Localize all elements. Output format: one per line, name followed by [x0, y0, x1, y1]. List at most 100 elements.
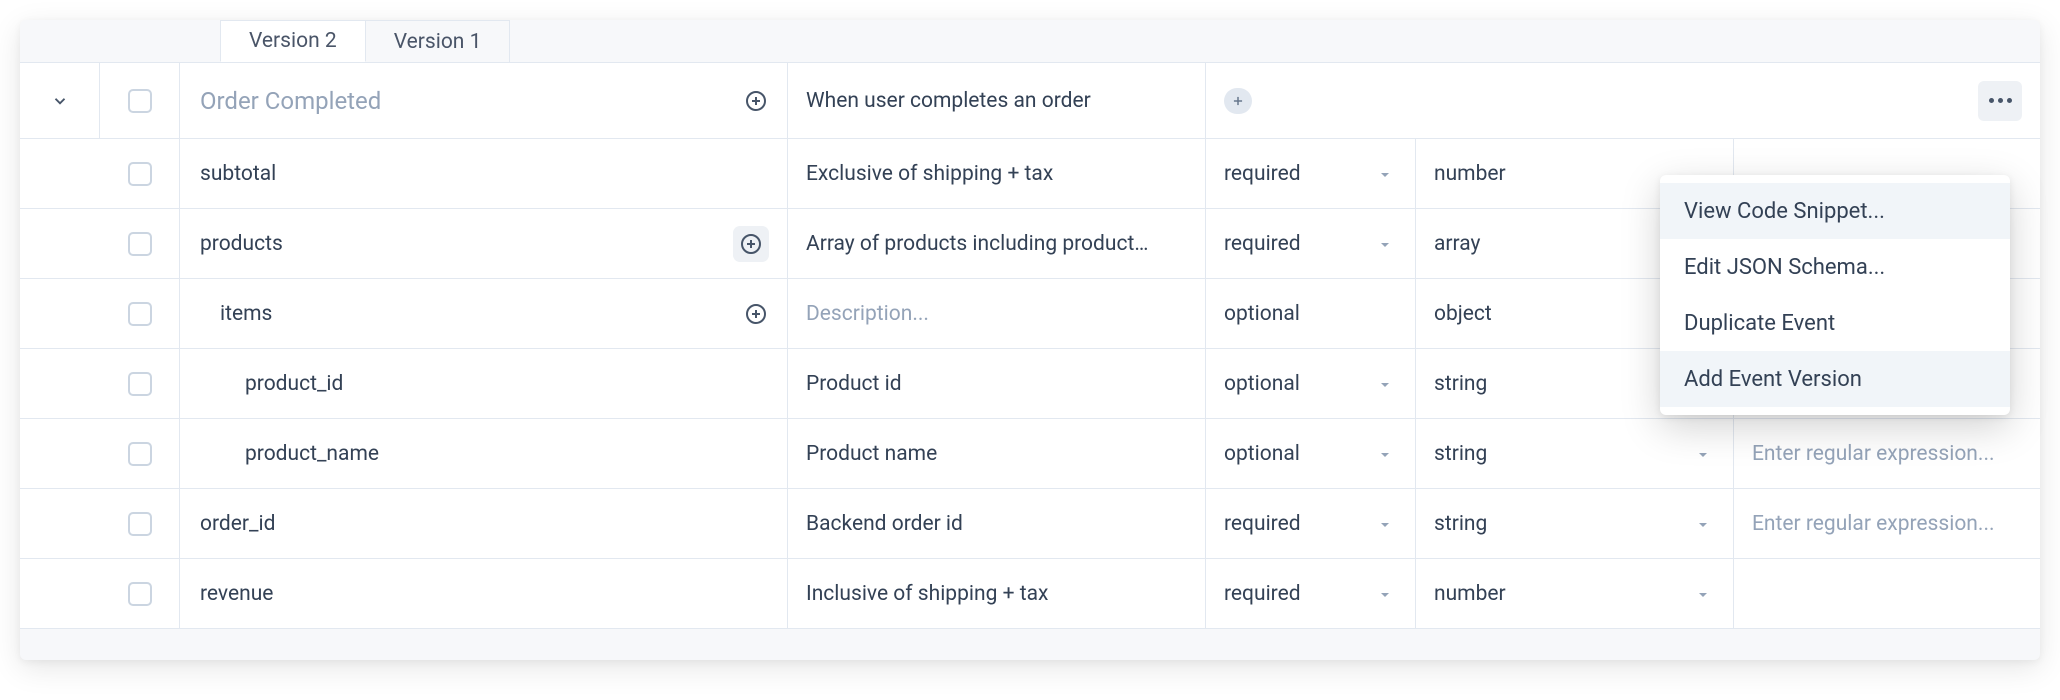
property-name: revenue [200, 582, 273, 606]
row-checkbox[interactable] [128, 89, 152, 113]
row-checkbox[interactable] [128, 582, 152, 606]
checkbox-cell [100, 209, 180, 278]
type-select[interactable]: string [1416, 419, 1734, 488]
regex-cell[interactable]: Enter regular expression... [1734, 419, 2040, 488]
event-name: Order Completed [200, 87, 381, 115]
type-value: string [1434, 372, 1487, 396]
property-description-cell[interactable]: Array of products including product… [788, 209, 1206, 278]
required-value: optional [1224, 442, 1300, 466]
menu-view-code-snippet[interactable]: View Code Snippet... [1660, 183, 2010, 239]
tab-version-1[interactable]: Version 1 [365, 20, 511, 62]
type-value: number [1434, 582, 1506, 606]
tab-label: Version 1 [394, 30, 482, 54]
add-child-button[interactable] [733, 226, 769, 262]
event-header-row: Order Completed When user completes an o… [20, 63, 2040, 139]
property-description-cell[interactable]: Backend order id [788, 489, 1206, 558]
row-checkbox[interactable] [128, 232, 152, 256]
property-name-cell[interactable]: product_name [180, 419, 788, 488]
type-value: number [1434, 162, 1506, 186]
expand-cell[interactable] [20, 63, 100, 138]
menu-item-label: Duplicate Event [1684, 311, 1835, 336]
plus-circle-icon[interactable] [743, 301, 769, 327]
property-name: products [200, 232, 283, 256]
plus-circle-icon[interactable] [743, 88, 769, 114]
expand-spacer [20, 559, 100, 628]
required-value: required [1224, 512, 1301, 536]
event-name-cell[interactable]: Order Completed [180, 63, 788, 138]
checkbox-cell [100, 419, 180, 488]
required-select[interactable]: required [1206, 489, 1416, 558]
row-checkbox[interactable] [128, 372, 152, 396]
row-checkbox[interactable] [128, 512, 152, 536]
property-name: order_id [200, 512, 275, 536]
property-description-cell[interactable]: Description... [788, 279, 1206, 348]
event-description-cell[interactable]: When user completes an order [788, 63, 1206, 138]
add-tag-button[interactable] [1224, 88, 1252, 114]
caret-down-icon [1377, 375, 1395, 393]
property-description: Product id [806, 372, 902, 396]
property-name-cell[interactable]: items [180, 279, 788, 348]
event-actions-cell [1960, 63, 2040, 138]
regex-cell[interactable] [1734, 559, 2040, 628]
menu-edit-json-schema[interactable]: Edit JSON Schema... [1660, 239, 2010, 295]
property-row: order_id Backend order id required strin… [20, 489, 2040, 559]
property-name-cell[interactable]: products [180, 209, 788, 278]
expand-spacer [20, 349, 100, 418]
required-value: required [1224, 232, 1301, 256]
caret-down-icon [1695, 445, 1713, 463]
version-tabs: Version 2 Version 1 [20, 20, 2040, 62]
menu-duplicate-event[interactable]: Duplicate Event [1660, 295, 2010, 351]
checkbox-cell [100, 63, 180, 138]
chevron-down-icon [49, 90, 71, 112]
checkbox-cell [100, 349, 180, 418]
caret-down-icon [1377, 515, 1395, 533]
required-select[interactable]: required [1206, 139, 1416, 208]
tab-version-2[interactable]: Version 2 [220, 20, 366, 62]
property-row: revenue Inclusive of shipping + tax requ… [20, 559, 2040, 629]
property-name: product_id [200, 372, 343, 396]
property-description: Product name [806, 442, 937, 466]
row-checkbox[interactable] [128, 302, 152, 326]
regex-placeholder: Enter regular expression... [1752, 442, 1995, 466]
caret-down-icon [1377, 585, 1395, 603]
checkbox-cell [100, 559, 180, 628]
type-select[interactable]: string [1416, 489, 1734, 558]
required-select[interactable]: required [1206, 209, 1416, 278]
property-description-cell[interactable]: Inclusive of shipping + tax [788, 559, 1206, 628]
required-value: required [1224, 162, 1301, 186]
property-description: Inclusive of shipping + tax [806, 582, 1048, 606]
property-name: subtotal [200, 162, 276, 186]
expand-spacer [20, 279, 100, 348]
event-actions-menu: View Code Snippet... Edit JSON Schema...… [1660, 175, 2010, 415]
required-select[interactable]: required [1206, 559, 1416, 628]
required-select[interactable]: optional [1206, 279, 1416, 348]
caret-down-icon [1695, 585, 1713, 603]
property-description: Exclusive of shipping + tax [806, 162, 1053, 186]
property-description-cell[interactable]: Product id [788, 349, 1206, 418]
property-description-cell[interactable]: Product name [788, 419, 1206, 488]
required-select[interactable]: optional [1206, 349, 1416, 418]
event-tag-cell [1206, 63, 1416, 138]
type-select[interactable]: number [1416, 559, 1734, 628]
property-name: items [200, 302, 272, 326]
row-checkbox[interactable] [128, 162, 152, 186]
more-actions-button[interactable] [1978, 81, 2022, 121]
property-description-cell[interactable]: Exclusive of shipping + tax [788, 139, 1206, 208]
property-name: product_name [200, 442, 379, 466]
property-name-cell[interactable]: revenue [180, 559, 788, 628]
tab-label: Version 2 [249, 29, 337, 53]
type-value: array [1434, 232, 1480, 256]
property-name-cell[interactable]: subtotal [180, 139, 788, 208]
type-value: object [1434, 302, 1492, 326]
caret-down-icon [1695, 515, 1713, 533]
regex-cell[interactable]: Enter regular expression... [1734, 489, 2040, 558]
row-checkbox[interactable] [128, 442, 152, 466]
checkbox-cell [100, 489, 180, 558]
schema-editor-frame: Version 2 Version 1 Order Completed [20, 20, 2040, 660]
regex-placeholder: Enter regular expression... [1752, 512, 1995, 536]
property-name-cell[interactable]: product_id [180, 349, 788, 418]
required-select[interactable]: optional [1206, 419, 1416, 488]
property-name-cell[interactable]: order_id [180, 489, 788, 558]
caret-down-icon [1377, 165, 1395, 183]
menu-add-event-version[interactable]: Add Event Version [1660, 351, 2010, 407]
